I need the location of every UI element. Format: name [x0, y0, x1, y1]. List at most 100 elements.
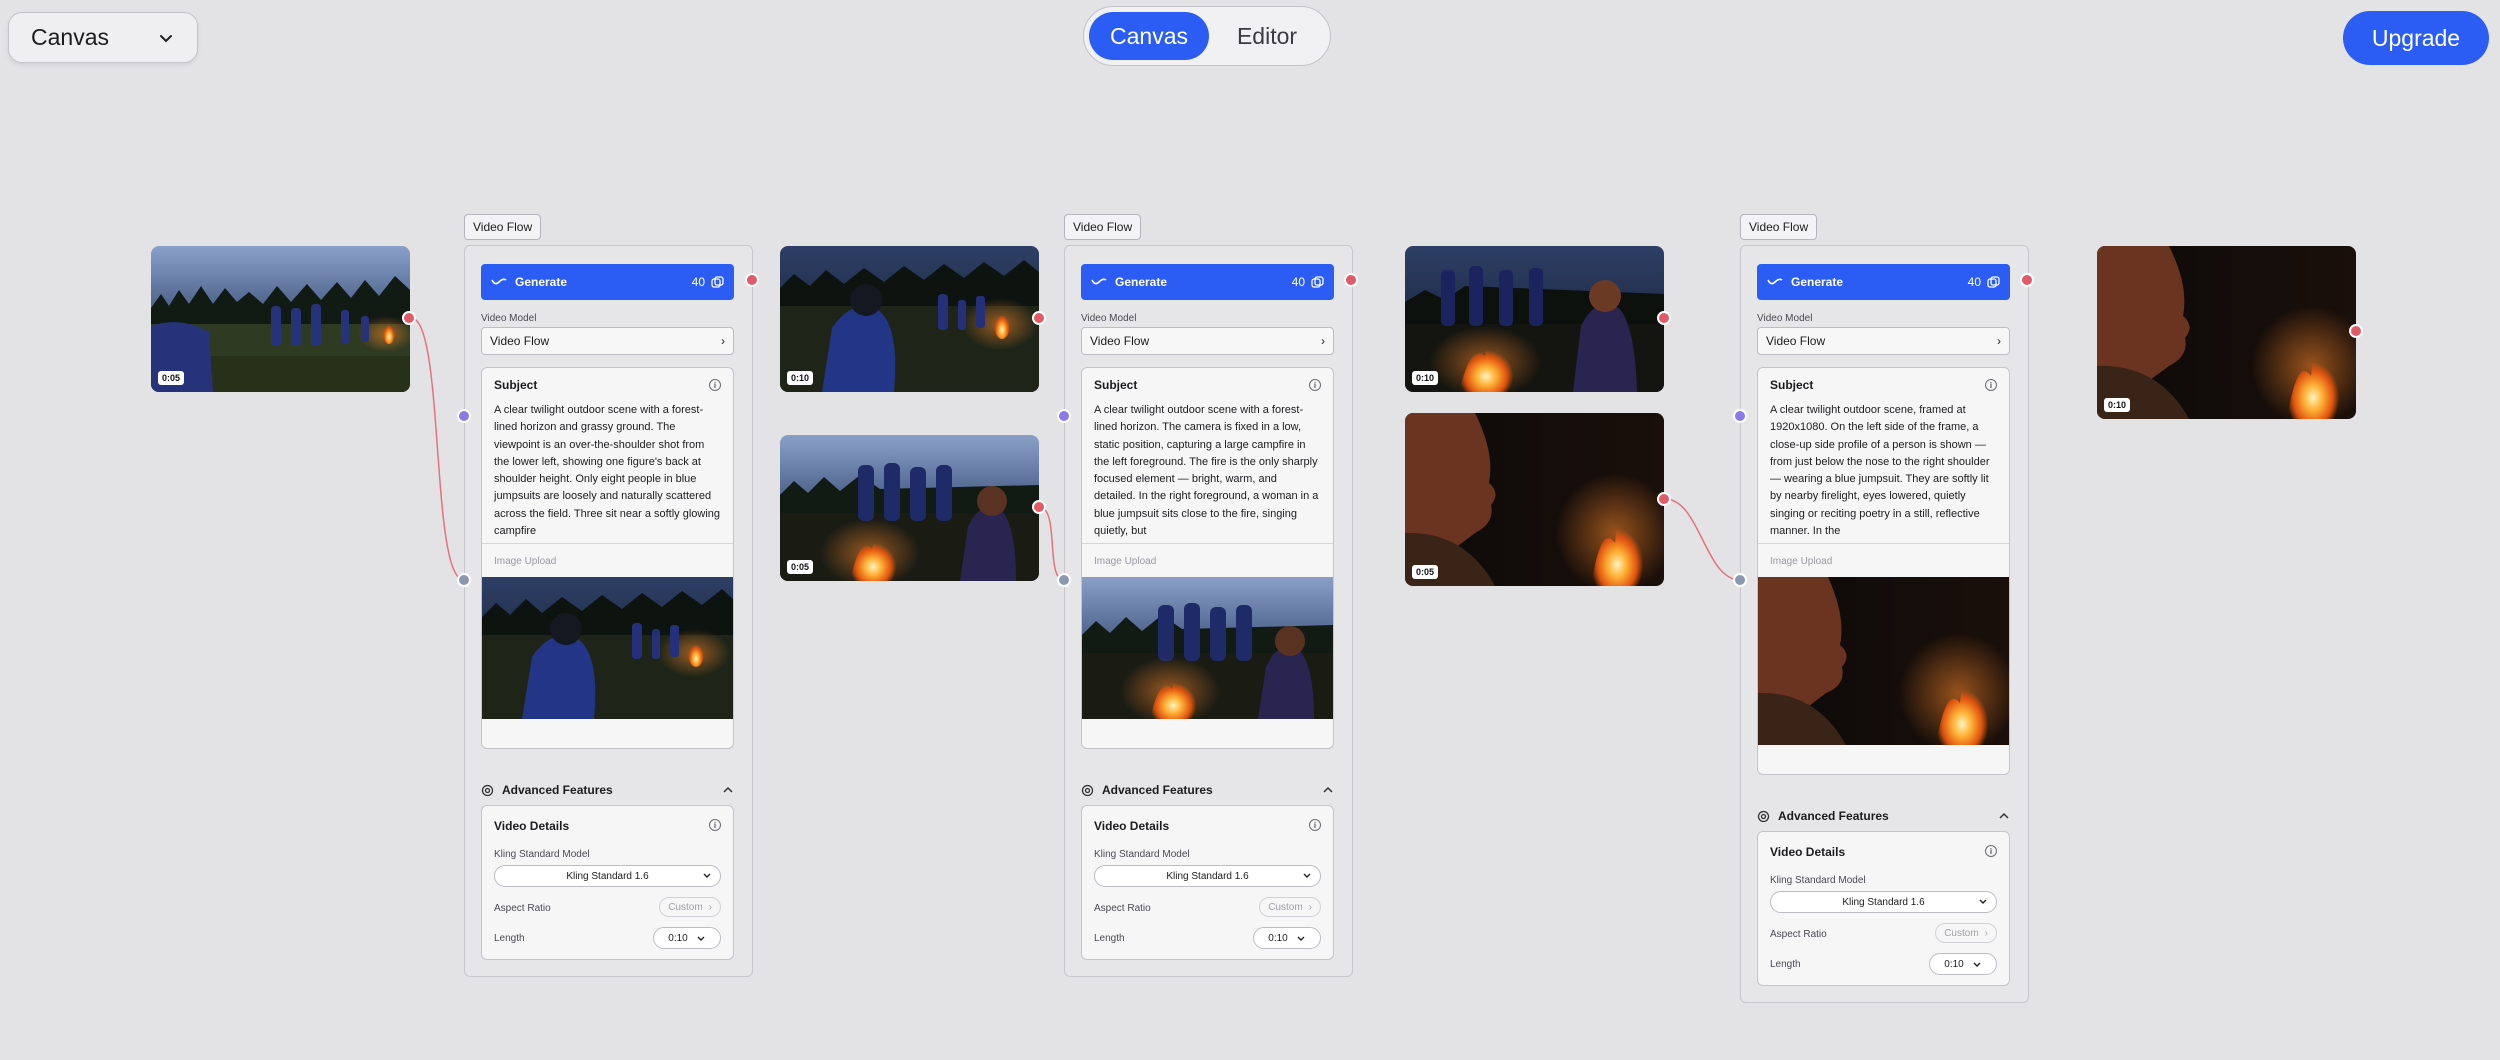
video-still-final-profile-image — [2097, 246, 2356, 419]
generate-label: Generate — [1115, 275, 1168, 289]
credits-icon — [711, 275, 724, 288]
video-model-value: Video Flow — [1090, 334, 1150, 348]
length-select[interactable]: 0:10 — [1929, 953, 1997, 975]
aspect-ratio-select[interactable]: Custom › — [1935, 923, 1997, 943]
video-thumbnail[interactable]: 0:05 — [151, 246, 410, 392]
image-input-port[interactable] — [457, 573, 471, 587]
gear-icon — [1081, 784, 1094, 796]
length-label: Length — [494, 933, 525, 944]
info-icon[interactable]: i — [709, 379, 721, 391]
video-details-label: Video Details — [1770, 845, 1846, 859]
subject-card: Subject i A clear twilight outdoor scene,… — [1757, 367, 2010, 775]
wave-icon — [1767, 278, 1783, 285]
video-thumbnail[interactable]: 0:05 — [1405, 413, 1664, 586]
output-port[interactable] — [2349, 324, 2363, 338]
credits-icon — [1311, 275, 1324, 288]
length-label: Length — [1094, 933, 1125, 944]
video-thumbnail[interactable]: 0:10 — [1405, 246, 1664, 392]
video-model-value: Video Flow — [490, 334, 550, 348]
credit-count: 40 — [1967, 275, 1981, 289]
uploaded-image-preview — [1758, 577, 2009, 753]
uploaded-image[interactable] — [482, 577, 733, 719]
chevron-down-icon — [697, 936, 705, 941]
duration-badge: 0:05 — [1412, 565, 1439, 579]
aspect-ratio-select[interactable]: Custom › — [659, 897, 721, 917]
video-flow-panel: Generate 40 Video Model Video Flow › Sub… — [1064, 245, 1353, 977]
edge-connection — [1038, 506, 1065, 581]
video-model-select[interactable]: Video Flow › — [1757, 327, 2010, 355]
advanced-features-label: Advanced Features — [1102, 783, 1213, 797]
video-thumbnail[interactable]: 0:10 — [2097, 246, 2356, 419]
duration-badge: 0:10 — [787, 371, 814, 385]
video-model-select[interactable]: Video Flow › — [1081, 327, 1334, 355]
generate-button[interactable]: Generate 40 — [1081, 264, 1334, 300]
chevron-up-icon — [1999, 812, 2009, 819]
length-select[interactable]: 0:10 — [653, 927, 721, 949]
info-icon[interactable]: i — [1309, 819, 1321, 831]
duration-badge: 0:05 — [158, 371, 185, 385]
output-port[interactable] — [1657, 311, 1671, 325]
output-port[interactable] — [1032, 500, 1046, 514]
output-port[interactable] — [2020, 273, 2034, 287]
subject-label: Subject — [1094, 378, 1138, 392]
chevron-up-icon — [1323, 786, 1333, 793]
output-port[interactable] — [1657, 492, 1671, 506]
video-details-label: Video Details — [494, 819, 570, 833]
length-value: 0:10 — [668, 932, 688, 944]
video-flow-panel: Generate 40 Video Model Video Flow › Sub… — [464, 245, 753, 977]
output-port[interactable] — [1032, 311, 1046, 325]
uploaded-image[interactable] — [1758, 577, 2009, 753]
video-thumbnail[interactable]: 0:10 — [780, 246, 1039, 392]
output-port[interactable] — [402, 311, 416, 325]
image-upload-label: Image Upload — [1094, 556, 1157, 567]
length-label: Length — [1770, 959, 1801, 970]
model-value: Kling Standard 1.6 — [566, 870, 649, 882]
model-select[interactable]: Kling Standard 1.6 — [494, 865, 721, 887]
advanced-features-label: Advanced Features — [502, 783, 613, 797]
subject-textarea[interactable]: A clear twilight outdoor scene with a fo… — [482, 392, 733, 544]
advanced-features-toggle[interactable]: Advanced Features — [1081, 783, 1334, 797]
model-select[interactable]: Kling Standard 1.6 — [1094, 865, 1321, 887]
gear-icon — [481, 784, 494, 796]
aspect-ratio-select[interactable]: Custom › — [1259, 897, 1321, 917]
length-value: 0:10 — [1268, 932, 1288, 944]
info-icon[interactable]: i — [709, 819, 721, 831]
output-port[interactable] — [745, 273, 759, 287]
generate-button[interactable]: Generate 40 — [481, 264, 734, 300]
aspect-ratio-label: Aspect Ratio — [494, 903, 551, 914]
video-model-select[interactable]: Video Flow › — [481, 327, 734, 355]
output-port[interactable] — [1344, 273, 1358, 287]
chevron-right-icon: › — [721, 334, 725, 348]
subject-textarea[interactable]: A clear twilight outdoor scene with a fo… — [1082, 392, 1333, 544]
chevron-up-icon — [723, 786, 733, 793]
advanced-features-toggle[interactable]: Advanced Features — [1757, 809, 2010, 823]
chevron-right-icon: › — [1308, 901, 1312, 913]
length-value: 0:10 — [1944, 958, 1964, 970]
uploaded-image[interactable] — [1082, 577, 1333, 725]
video-model-value: Video Flow — [1766, 334, 1826, 348]
subject-card: Subject i A clear twilight outdoor scene … — [1081, 367, 1334, 749]
input-port[interactable] — [1057, 409, 1071, 423]
advanced-features-toggle[interactable]: Advanced Features — [481, 783, 734, 797]
video-thumbnail[interactable]: 0:05 — [780, 435, 1039, 581]
info-icon[interactable]: i — [1985, 379, 1997, 391]
chevron-right-icon: › — [1984, 927, 1988, 939]
input-port[interactable] — [1733, 409, 1747, 423]
model-select[interactable]: Kling Standard 1.6 — [1770, 891, 1997, 913]
info-icon[interactable]: i — [1309, 379, 1321, 391]
chevron-down-icon — [1303, 873, 1311, 878]
info-icon[interactable]: i — [1985, 845, 1997, 857]
image-input-port[interactable] — [1057, 573, 1071, 587]
duration-badge: 0:05 — [787, 560, 814, 574]
node-tag: Video Flow — [1064, 214, 1142, 240]
length-select[interactable]: 0:10 — [1253, 927, 1321, 949]
generate-button[interactable]: Generate 40 — [1757, 264, 2010, 300]
input-port[interactable] — [457, 409, 471, 423]
subject-textarea[interactable]: A clear twilight outdoor scene, framed a… — [1758, 392, 2009, 544]
generate-label: Generate — [515, 275, 568, 289]
video-still-field-image — [151, 246, 410, 392]
image-input-port[interactable] — [1733, 573, 1747, 587]
node-tag: Video Flow — [464, 214, 542, 240]
duration-badge: 0:10 — [1412, 371, 1439, 385]
aspect-ratio-label: Aspect Ratio — [1770, 929, 1827, 940]
